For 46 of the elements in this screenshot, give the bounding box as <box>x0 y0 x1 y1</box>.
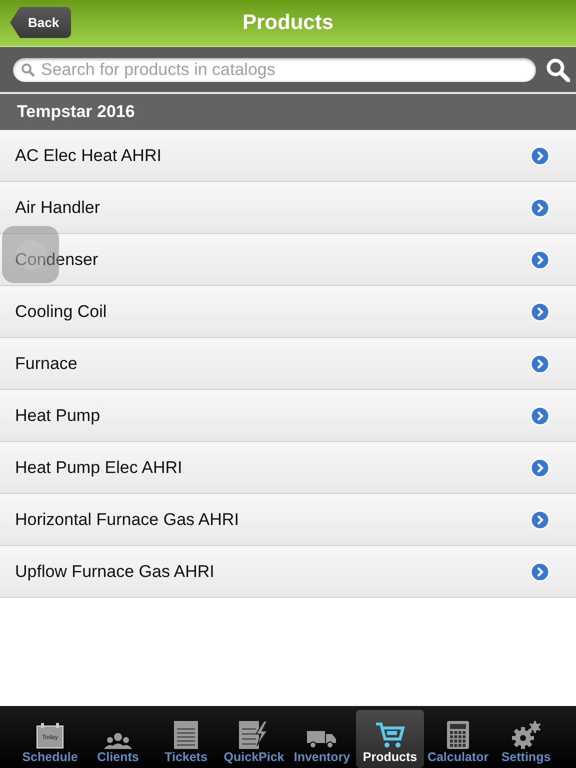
people-icon <box>103 733 133 749</box>
gears-icon <box>511 721 541 749</box>
product-label: Air Handler <box>15 198 100 218</box>
disclosure-icon[interactable] <box>530 354 550 374</box>
disclosure-icon[interactable] <box>530 198 550 218</box>
product-row[interactable]: Heat Pump <box>0 390 576 442</box>
disclosure-icon[interactable] <box>530 406 550 426</box>
truck-icon <box>307 729 337 749</box>
product-row[interactable]: Heat Pump Elec AHRI <box>0 442 576 494</box>
product-row[interactable]: Horizontal Furnace Gas AHRI <box>0 494 576 546</box>
product-label: Upflow Furnace Gas AHRI <box>15 562 214 582</box>
tab-item[interactable]: Calculator <box>424 710 492 768</box>
section-title: Tempstar 2016 <box>17 102 135 122</box>
tab-item[interactable]: Tickets <box>152 710 220 768</box>
search-icon[interactable] <box>546 58 570 82</box>
document-icon <box>174 721 198 749</box>
cart-icon <box>375 721 405 749</box>
tab-item[interactable]: Clients <box>84 710 152 768</box>
disclosure-icon[interactable] <box>530 302 550 322</box>
product-row[interactable]: Cooling Coil <box>0 286 576 338</box>
product-label: Furnace <box>15 354 78 374</box>
page-title: Products <box>242 11 334 35</box>
product-row[interactable]: Condenser <box>0 234 576 286</box>
product-label: Condenser <box>15 250 98 270</box>
product-row[interactable]: Upflow Furnace Gas AHRI <box>0 546 576 598</box>
product-label: AC Elec Heat AHRI <box>15 146 162 166</box>
product-row[interactable]: AC Elec Heat AHRI <box>0 130 576 182</box>
disclosure-icon[interactable] <box>530 510 550 530</box>
product-label: Cooling Coil <box>15 302 107 322</box>
tab-item[interactable]: Settings <box>492 710 560 768</box>
product-label: Heat Pump Elec AHRI <box>15 458 182 478</box>
product-label: Horizontal Furnace Gas AHRI <box>15 510 239 530</box>
search-field[interactable]: Search for products in catalogs <box>13 58 536 82</box>
product-row[interactable]: Air Handler <box>0 182 576 234</box>
disclosure-icon[interactable] <box>530 458 550 478</box>
product-row[interactable]: Furnace <box>0 338 576 390</box>
disclosure-icon[interactable] <box>530 146 550 166</box>
tab-item[interactable]: Products <box>356 710 424 768</box>
document-bolt-icon <box>239 721 269 749</box>
calculator-icon <box>447 721 469 749</box>
tab-item[interactable]: Inventory <box>288 710 356 768</box>
disclosure-icon[interactable] <box>530 250 550 270</box>
product-label: Heat Pump <box>15 406 100 426</box>
back-button[interactable]: Back <box>10 7 72 38</box>
tab-item[interactable]: QuickPick <box>220 710 288 768</box>
disclosure-icon[interactable] <box>530 562 550 582</box>
